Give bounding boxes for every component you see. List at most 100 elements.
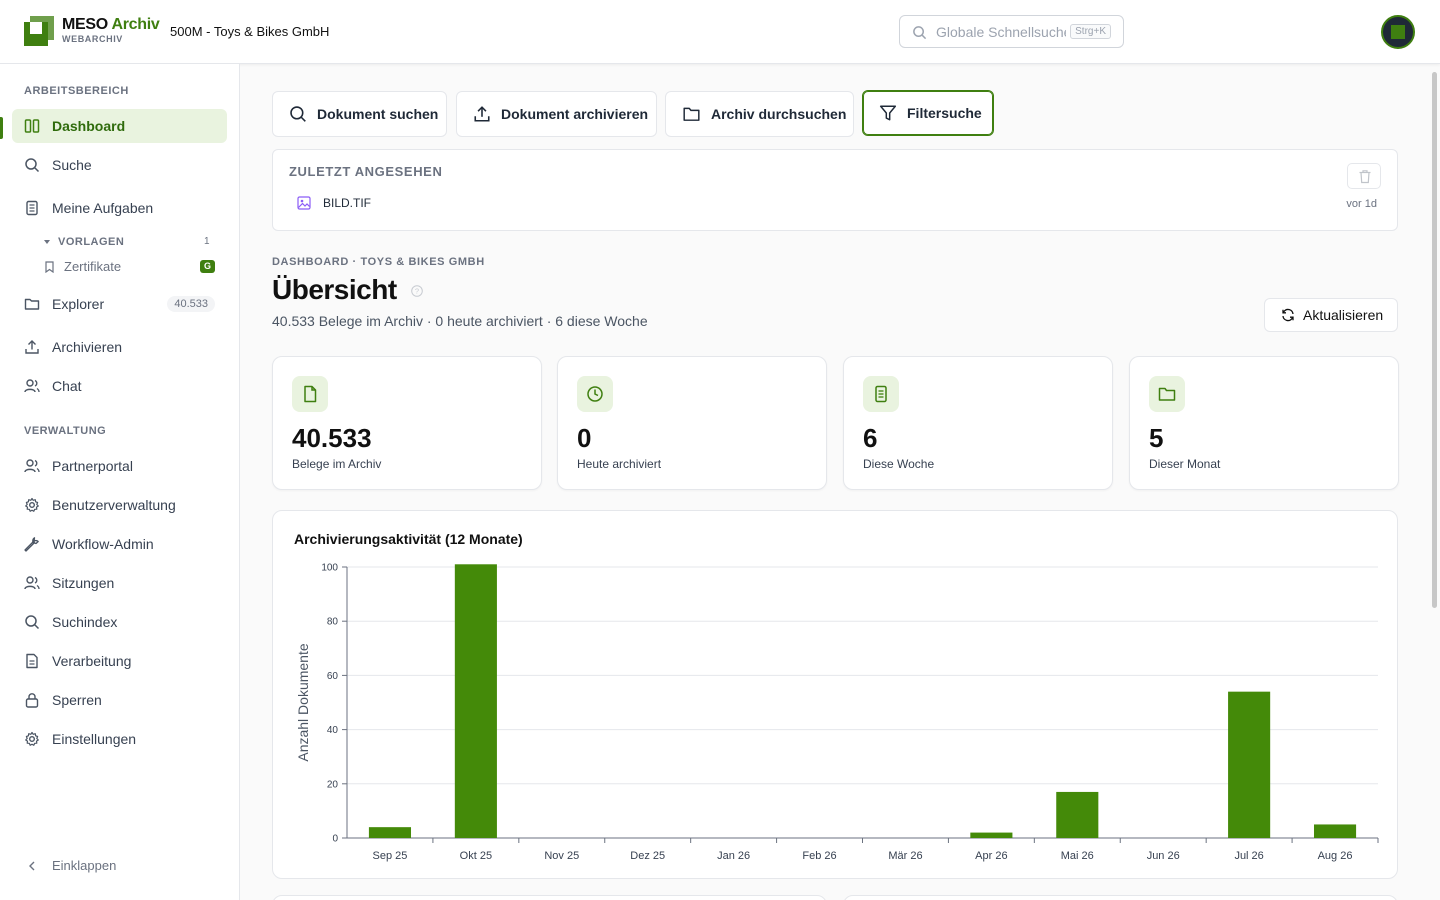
action-label: Filtersuche: [907, 105, 982, 121]
global-search-input[interactable]: [936, 22, 1066, 42]
x-tick-label: Feb 26: [802, 850, 836, 862]
meso-logo-icon[interactable]: [24, 16, 54, 46]
sidebar-item-label: Meine Aufgaben: [52, 200, 154, 216]
global-search[interactable]: Strg+K: [899, 15, 1124, 48]
template-item-label: Zertifikate: [64, 259, 122, 274]
sidebar-item-label: Partnerportal: [52, 458, 133, 474]
gear-icon: [25, 497, 39, 512]
section-title-admin: VERWALTUNG: [24, 425, 107, 437]
x-tick-label: Jan 26: [717, 850, 750, 862]
upload-icon: [25, 340, 39, 354]
search-icon: [913, 26, 927, 40]
search-document-button[interactable]: Dokument suchen: [272, 91, 447, 137]
scrollbar[interactable]: [1432, 72, 1437, 608]
x-tick-label: Dez 25: [630, 850, 665, 862]
page-title: Übersicht: [272, 274, 397, 305]
x-tick-label: Apr 26: [975, 850, 1007, 862]
action-label: Archiv durchsuchen: [711, 106, 847, 122]
activity-chart: 0 20 40 60 80 100 Anzahl Dokumente Sep 25 Okt 25…: [295, 563, 1379, 862]
x-tick-label: Mai 26: [1061, 850, 1094, 862]
templates-count: 1: [204, 236, 210, 247]
x-tick-label: Aug 26: [1318, 850, 1353, 862]
templates-toggle[interactable]: VORLAGEN: [44, 236, 124, 248]
x-tick-label: Nov 25: [544, 850, 579, 862]
sidebar-item-label: Dashboard: [52, 118, 126, 134]
brand-subtitle: WEBARCHIV: [62, 34, 123, 44]
chevron-left-icon: [29, 861, 35, 870]
search-icon: [25, 158, 40, 173]
stat-card-today: 0 Heute archiviert: [557, 356, 827, 490]
stat-card-total: 40.533 Belege im Archiv: [272, 356, 542, 490]
sidebar-item-tasks[interactable]: Meine Aufgaben: [12, 191, 227, 225]
sidebar-item-explorer[interactable]: Explorer 40.533: [12, 287, 227, 321]
help-icon[interactable]: ?: [411, 285, 423, 297]
recent-item[interactable]: BILD.TIF: [297, 196, 371, 210]
bar: [1313, 824, 1357, 838]
sidebar-item-benutzerverwaltung[interactable]: Benutzerverwaltung: [12, 488, 227, 522]
folder-icon: [1158, 387, 1176, 401]
sidebar-item-verarbeitung[interactable]: Verarbeitung: [12, 644, 227, 678]
wrench-icon: [24, 537, 39, 552]
clear-history-button[interactable]: [1347, 163, 1381, 189]
refresh-icon: [1282, 308, 1294, 322]
brand-accent: Archiv: [111, 16, 160, 33]
company-name[interactable]: 500M - Toys & Bikes GmbH: [170, 24, 329, 39]
activity-chart-card: Archivierungsaktivität (12 Monate) 0 20 40…: [272, 510, 1398, 879]
image-icon: [297, 196, 311, 210]
recently-viewed-panel: ZULETZT ANGESEHEN BILD.TIF vor 1d: [272, 149, 1398, 231]
gear-icon: [25, 731, 39, 746]
x-tick-label: Okt 25: [460, 850, 492, 862]
sidebar-item-einstellungen[interactable]: Einstellungen: [12, 722, 227, 756]
shortcut-hint: Strg+K: [1070, 24, 1111, 39]
y-tick-label: 60: [327, 671, 339, 682]
users-icon: [24, 459, 40, 473]
sidebar-item-partnerportal[interactable]: Partnerportal: [12, 449, 227, 483]
template-item-zertifikate[interactable]: Zertifikate: [44, 259, 121, 274]
y-tick-label: 100: [321, 563, 338, 574]
filter-search-button[interactable]: Filtersuche: [862, 90, 994, 136]
sidebar-item-suchindex[interactable]: Suchindex: [12, 605, 227, 639]
sidebar-item-sitzungen[interactable]: Sitzungen: [12, 566, 227, 600]
stat-icon-box: [1149, 376, 1185, 412]
brand[interactable]: MESO Archiv WEBARCHIV: [62, 16, 160, 44]
templates-label: VORLAGEN: [58, 236, 125, 248]
sidebar-item-label: Benutzerverwaltung: [52, 497, 176, 513]
refresh-button[interactable]: Aktualisieren: [1264, 298, 1398, 332]
action-label: Dokument suchen: [317, 106, 439, 122]
sidebar-item-label: Explorer: [52, 296, 105, 312]
browse-archive-button[interactable]: Archiv durchsuchen: [665, 91, 854, 137]
clock-icon: [587, 386, 603, 402]
collapse-label: Einklappen: [52, 858, 117, 873]
sidebar-item-workflow-admin[interactable]: Workflow-Admin: [12, 527, 227, 561]
stat-icon-box: [292, 376, 328, 412]
upload-icon: [474, 106, 490, 122]
collapse-sidebar-button[interactable]: Einklappen: [28, 858, 116, 873]
stat-card-week: 6 Diese Woche: [843, 356, 1113, 490]
sidebar-item-dashboard[interactable]: Dashboard: [12, 109, 227, 143]
recent-item-time: vor 1d: [1346, 198, 1377, 210]
section-title-workspace: ARBEITSBEREICH: [24, 85, 129, 97]
next-card-left: [272, 895, 827, 900]
x-tick-label: Jul 26: [1234, 850, 1263, 862]
sidebar-item-chat[interactable]: Chat: [12, 369, 227, 403]
archive-document-button[interactable]: Dokument archivieren: [456, 91, 657, 137]
sidebar-item-label: Suchindex: [52, 614, 118, 630]
x-tick-label: Mär 26: [888, 850, 922, 862]
sidebar-item-sperren[interactable]: Sperren: [12, 683, 227, 717]
sidebar-item-suche[interactable]: Suche: [12, 148, 227, 182]
bookmark-icon: [45, 260, 54, 273]
top-bar: MESO Archiv WEBARCHIV 500M - Toys & Bike…: [0, 0, 1440, 64]
bar: [454, 564, 497, 838]
folder-icon: [683, 107, 700, 121]
y-tick-label: 80: [327, 617, 339, 628]
sidebar-item-label: Verarbeitung: [52, 653, 132, 669]
sidebar-item-label: Suche: [52, 157, 92, 173]
sidebar-item-archivieren[interactable]: Archivieren: [12, 330, 227, 364]
stat-card-month: 5 Dieser Monat: [1129, 356, 1399, 490]
document-icon: [26, 653, 38, 669]
bar: [368, 827, 412, 838]
stat-label: Belege im Archiv: [292, 457, 382, 471]
avatar[interactable]: [1381, 15, 1415, 49]
y-tick-label: 40: [327, 725, 339, 736]
tasks-icon: [26, 200, 38, 216]
